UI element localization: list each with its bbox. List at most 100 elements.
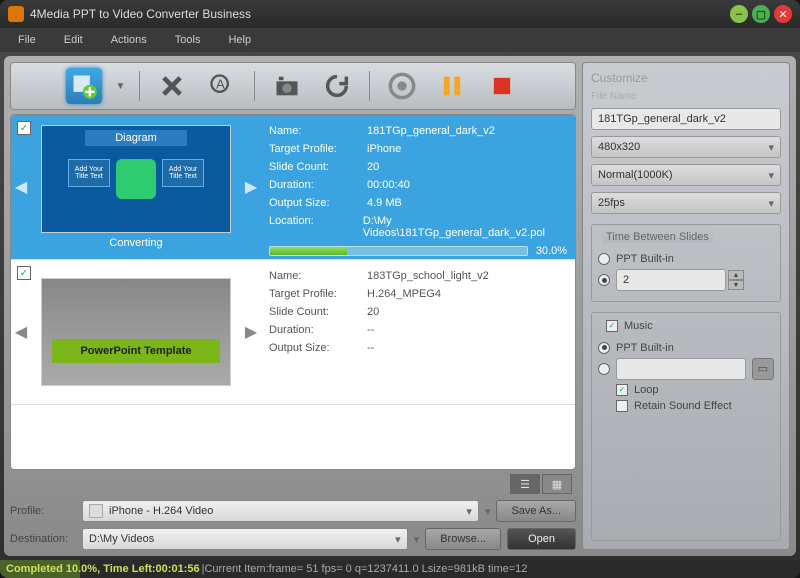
menu-actions[interactable]: Actions [97,30,161,50]
label-target: Target Profile: [269,288,359,300]
menu-edit[interactable]: Edit [50,30,97,50]
left-column: ▼ A ✓ ◀ [10,62,576,550]
toolbar: ▼ A [10,62,576,110]
value-target: H.264_MPEG4 [367,288,441,300]
phone-icon [89,504,103,518]
item-checkbox[interactable]: ✓ [17,121,31,135]
form-area: Profile: iPhone - H.264 Video ▾ Save As.… [10,500,576,550]
time-spinner: 2 ▲▼ [616,269,744,291]
ppt-builtin-label: PPT Built-in [616,253,674,265]
file-name-label: File Name [591,91,781,102]
music-check[interactable] [606,320,618,332]
value-name: 181TGp_general_dark_v2 [367,125,495,137]
destination-combo[interactable]: D:\My Videos [82,528,408,550]
menu-help[interactable]: Help [214,30,265,50]
folder-icon: ▭ [758,362,768,375]
thumbnail: PowerPoint Template [41,278,231,386]
item-details: Name: 183TGp_school_light_v2 Target Profi… [261,260,575,404]
destination-label: Destination: [10,533,76,545]
value-name: 183TGp_school_light_v2 [367,270,489,282]
thumbnail-wrap: PowerPoint Template [31,260,241,404]
profile-value: iPhone - H.264 Video [109,505,213,517]
music-file-radio[interactable] [598,363,610,375]
progress-fill [270,247,347,255]
next-arrow[interactable]: ▶ [241,115,261,259]
status-bar: Completed 10.0%, Time Left:00:01:56 |Cur… [0,560,800,578]
menubar: File Edit Actions Tools Help [0,28,800,52]
bitrate-combo[interactable]: Normal(1000K) [591,164,781,186]
list-item[interactable]: ✓ ◀ Diagram Add Your Title Text Add Your… [11,115,575,260]
svg-text:A: A [217,76,226,91]
browse-button[interactable]: Browse... [425,528,501,550]
app-window: 4Media PPT to Video Converter Business –… [0,0,800,578]
value-slides: 20 [367,161,379,173]
value-target: iPhone [367,143,401,155]
item-checkbox[interactable]: ✓ [17,266,31,280]
label-slides: Slide Count: [269,306,359,318]
time-between-title: Time Between Slides [602,231,713,243]
prev-arrow[interactable]: ◀ [11,115,31,259]
grid-view-button[interactable]: ▦ [542,474,572,494]
value-duration: 00:00:40 [367,179,410,191]
app-icon [8,6,24,22]
value-slides: 20 [367,306,379,318]
music-group: Music PPT Built-in ▭ Loop Retain Sound E… [591,312,781,541]
resolution-combo[interactable]: 480x320 [591,136,781,158]
value-size: 4.9 MB [367,197,402,209]
menu-file[interactable]: File [4,30,50,50]
time-input[interactable]: 2 [616,269,726,291]
minimize-button[interactable]: – [730,5,748,23]
label-slides: Slide Count: [269,161,359,173]
profile-combo[interactable]: iPhone - H.264 Video [82,500,479,522]
ppt-builtin-radio[interactable] [598,253,610,265]
music-browse-button[interactable]: ▭ [752,358,774,380]
label-size: Output Size: [269,197,359,209]
file-list: ✓ ◀ Diagram Add Your Title Text Add Your… [10,114,576,470]
camera-button[interactable] [269,68,305,104]
customize-title: Customize [591,71,781,85]
label-name: Name: [269,270,359,282]
fps-combo[interactable]: 25fps [591,192,781,214]
file-name-input[interactable]: 181TGp_general_dark_v2 [591,108,781,130]
retain-label: Retain Sound Effect [634,400,732,412]
music-file-input[interactable] [616,358,746,380]
stop-button[interactable] [484,68,520,104]
save-as-button[interactable]: Save As... [496,500,576,522]
loop-check[interactable] [616,384,628,396]
spin-up[interactable]: ▲ [728,270,744,280]
music-label: Music [624,320,653,332]
view-toggle: ☰ ▦ [10,474,576,496]
thumbnail-wrap: Diagram Add Your Title Text Add Your Tit… [31,115,241,259]
next-arrow[interactable]: ▶ [241,260,261,404]
spin-down[interactable]: ▼ [728,280,744,290]
delete-button[interactable] [154,68,190,104]
close-button[interactable]: ✕ [774,5,792,23]
refresh-button[interactable] [319,68,355,104]
label-name: Name: [269,125,359,137]
destination-value: D:\My Videos [89,533,154,545]
add-file-button[interactable] [66,68,102,104]
maximize-button[interactable]: ▢ [752,5,770,23]
label-duration: Duration: [269,324,359,336]
open-button[interactable]: Open [507,528,576,550]
progress-bar [269,246,528,256]
list-item[interactable]: ✓ ◀ PowerPoint Template ▶ Name: 183TGp_sc… [11,260,575,405]
value-duration: -- [367,324,374,336]
retain-check[interactable] [616,400,628,412]
list-view-button[interactable]: ☰ [510,474,540,494]
window-title: 4Media PPT to Video Converter Business [30,7,726,21]
rename-button[interactable]: A [204,68,240,104]
status-completed: Completed 10.0%, Time Left:00:01:56 [6,563,200,575]
custom-time-radio[interactable] [598,274,610,286]
pause-button[interactable] [434,68,470,104]
thumb-box: Add Your Title Text [162,159,204,187]
status-current: |Current Item:frame= 51 fps= 0 q=1237411… [202,563,528,575]
prev-arrow[interactable]: ◀ [11,260,31,404]
record-button[interactable] [384,68,420,104]
music-builtin-radio[interactable] [598,342,610,354]
menu-tools[interactable]: Tools [161,30,215,50]
progress-percent: 30.0% [536,245,567,257]
thumb-title: Diagram [85,130,187,146]
label-duration: Duration: [269,179,359,191]
item-status: Converting [109,237,162,249]
